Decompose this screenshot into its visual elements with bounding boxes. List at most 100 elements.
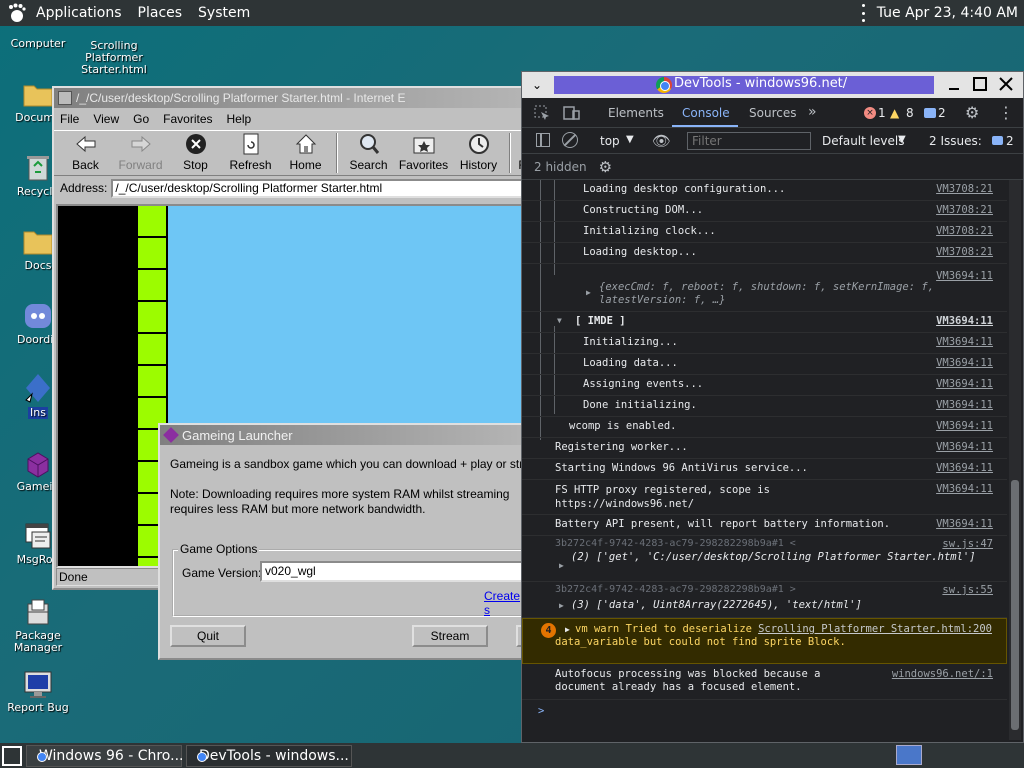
scrollbar-thumb[interactable] bbox=[1011, 480, 1019, 730]
console-source-link[interactable]: VM3694:11 bbox=[936, 336, 993, 348]
task-label: Windows 96 - Chro... bbox=[39, 747, 184, 764]
context-select[interactable]: top bbox=[600, 134, 620, 148]
devtools-tabbar: Elements Console Sources » × 1 ▲ 8 2 ⚙ ⋮ bbox=[522, 98, 1023, 128]
menu-file[interactable]: File bbox=[60, 112, 79, 126]
desktop-icon-html-file[interactable]: Scrolling Platformer Starter.html bbox=[78, 28, 150, 76]
expand-triangle-icon[interactable]: ▶ bbox=[559, 561, 564, 570]
warning-count[interactable]: 8 bbox=[906, 106, 914, 120]
console-source-link[interactable]: VM3694:11 bbox=[936, 462, 993, 474]
console-row-sw[interactable]: 3b272c4f-9742-4283-ac79-298282298b9a#1 <… bbox=[522, 536, 1007, 582]
console-prompt[interactable]: > bbox=[522, 700, 1007, 724]
console-settings-gear-icon[interactable]: ⚙ bbox=[599, 158, 612, 176]
ie-titlebar[interactable]: /_/C/user/desktop/Scrolling Platformer S… bbox=[54, 88, 530, 108]
stop-label: Stop bbox=[183, 158, 208, 172]
console-source-link[interactable]: VM3694:11 bbox=[936, 378, 993, 390]
console-source-link[interactable]: VM3694:11 bbox=[936, 315, 993, 327]
expand-triangle-icon[interactable]: ▶ bbox=[559, 601, 564, 610]
devtools-titlebar[interactable]: ⌄ DevTools - windows96.net/ bbox=[522, 72, 1023, 98]
console-source-link[interactable]: VM3708:21 bbox=[936, 225, 993, 237]
system-menu[interactable]: System bbox=[190, 0, 258, 26]
favorites-button[interactable]: Favorites bbox=[396, 133, 451, 175]
console-source-link[interactable]: VM3694:11 bbox=[936, 357, 993, 369]
console-row: Loading desktop configuration... VM3708:2… bbox=[522, 180, 1007, 201]
gameing-launcher-dialog[interactable]: Gameing Launcher Gameing is a sandbox ga… bbox=[158, 423, 550, 660]
forward-button[interactable]: Forward bbox=[113, 133, 168, 175]
levels-select[interactable]: Default levels bbox=[822, 134, 904, 148]
console-source-link[interactable]: VM3708:21 bbox=[936, 246, 993, 258]
gnome-foot-icon[interactable] bbox=[6, 3, 28, 23]
quit-button[interactable]: Quit bbox=[170, 625, 246, 647]
console-source-link[interactable]: VM3694:11 bbox=[936, 518, 993, 530]
console-source-link[interactable]: VM3694:11 bbox=[936, 420, 993, 432]
desktop-icon-label: Scrolling Platformer Starter.html bbox=[81, 39, 147, 76]
stop-button[interactable]: Stop bbox=[168, 133, 223, 175]
devtools-window[interactable]: ⌄ DevTools - windows96.net/ Elements Con… bbox=[521, 71, 1024, 743]
start-icon[interactable] bbox=[2, 745, 22, 766]
launcher-titlebar[interactable]: Gameing Launcher bbox=[160, 425, 528, 445]
error-count[interactable]: 1 bbox=[878, 106, 886, 120]
console-source-link[interactable]: VM3694:11 bbox=[936, 483, 993, 495]
clear-console-icon[interactable] bbox=[562, 132, 578, 148]
desktop-icon-report-bug[interactable]: Report Bug bbox=[3, 668, 73, 714]
tab-console[interactable]: Console bbox=[682, 106, 730, 120]
places-menu[interactable]: Places bbox=[130, 0, 191, 26]
eye-icon[interactable]: 👁 bbox=[652, 132, 671, 150]
settings-gear-icon[interactable]: ⚙ bbox=[965, 103, 979, 122]
tray-app-icon[interactable] bbox=[896, 745, 922, 765]
console-source-link[interactable]: windows96.net/:1 bbox=[892, 668, 993, 680]
console-log[interactable]: Loading desktop configuration... VM3708:2… bbox=[522, 180, 1007, 742]
console-source-link[interactable]: VM3708:21 bbox=[936, 183, 993, 195]
console-row-sw[interactable]: 3b272c4f-9742-4283-ac79-298282298b9a#1 >… bbox=[522, 582, 1007, 618]
menu-view[interactable]: View bbox=[93, 112, 119, 126]
maximize-icon[interactable] bbox=[972, 76, 988, 92]
sidebar-toggle-icon[interactable] bbox=[536, 133, 550, 147]
console-row-object[interactable]: VM3694:11 ▶ {execCmd: f, reboot: f, shut… bbox=[522, 264, 1007, 312]
menu-help[interactable]: Help bbox=[227, 112, 252, 126]
more-vert-icon[interactable] bbox=[857, 4, 871, 22]
menu-favorites[interactable]: Favorites bbox=[163, 112, 212, 126]
history-button[interactable]: History bbox=[451, 133, 506, 175]
clock[interactable]: Tue Apr 23, 4:40 AM bbox=[877, 5, 1018, 21]
minimize-icon[interactable] bbox=[946, 76, 962, 92]
console-source-link[interactable]: Scrolling Platformer Starter.html:200 bbox=[758, 623, 992, 635]
device-toggle-icon[interactable] bbox=[562, 105, 580, 121]
console-source-link[interactable]: VM3708:21 bbox=[936, 204, 993, 216]
back-button[interactable]: Back bbox=[58, 133, 113, 175]
inspect-icon[interactable] bbox=[534, 105, 550, 121]
stop-icon bbox=[185, 133, 207, 155]
search-button[interactable]: Search bbox=[341, 133, 396, 175]
console-source-link[interactable]: VM3694:11 bbox=[936, 399, 993, 411]
collapse-triangle-icon[interactable]: ▼ bbox=[557, 316, 562, 325]
console-scrollbar[interactable] bbox=[1009, 180, 1021, 740]
more-tabs-icon[interactable]: » bbox=[808, 104, 817, 120]
console-source-link[interactable]: sw.js:55 bbox=[942, 584, 993, 596]
address-input[interactable]: /_/C/user/desktop/Scrolling Platformer S… bbox=[111, 178, 530, 198]
task-windows96[interactable]: Windows 96 - Chro... bbox=[26, 744, 184, 767]
task-devtools[interactable]: DevTools - windows... bbox=[186, 744, 352, 767]
filter-input[interactable] bbox=[687, 132, 811, 150]
expand-triangle-icon[interactable]: ▶ bbox=[586, 288, 591, 297]
applications-menu[interactable]: Applications bbox=[28, 0, 130, 26]
stream-button[interactable]: Stream bbox=[412, 625, 488, 647]
tab-elements[interactable]: Elements bbox=[608, 106, 664, 120]
console-row: Assigning events... VM3694:11 bbox=[522, 375, 1007, 396]
refresh-button[interactable]: Refresh bbox=[223, 133, 278, 175]
issues-label[interactable]: 2 Issues: bbox=[929, 134, 982, 148]
info-count[interactable]: 2 bbox=[938, 106, 946, 120]
chevron-down-icon[interactable]: ⌄ bbox=[522, 78, 552, 92]
menu-go[interactable]: Go bbox=[133, 112, 149, 126]
game-version-select[interactable]: v020_wgl bbox=[260, 561, 540, 582]
issues-count[interactable]: 2 bbox=[1006, 134, 1014, 148]
console-source-link[interactable]: sw.js:47 bbox=[942, 538, 993, 550]
home-button[interactable]: Home bbox=[278, 133, 333, 175]
desktop-icon-package-manager[interactable]: Package Manager bbox=[3, 596, 73, 654]
console-group-header[interactable]: ▼ [ IMDE ] VM3694:11 bbox=[522, 312, 1007, 333]
desktop-icon-computer[interactable]: Computer bbox=[3, 28, 73, 50]
console-source-link[interactable]: VM3694:11 bbox=[936, 441, 993, 453]
more-vert-icon[interactable]: ⋮ bbox=[998, 103, 1014, 122]
forward-arrow-icon bbox=[130, 133, 152, 155]
console-warning[interactable]: 4 ▶ vm warn Tried to deserialize sprite … bbox=[522, 618, 1007, 664]
close-icon[interactable] bbox=[998, 76, 1014, 92]
tab-sources[interactable]: Sources bbox=[749, 106, 796, 120]
task-label: DevTools - windows... bbox=[199, 747, 349, 764]
